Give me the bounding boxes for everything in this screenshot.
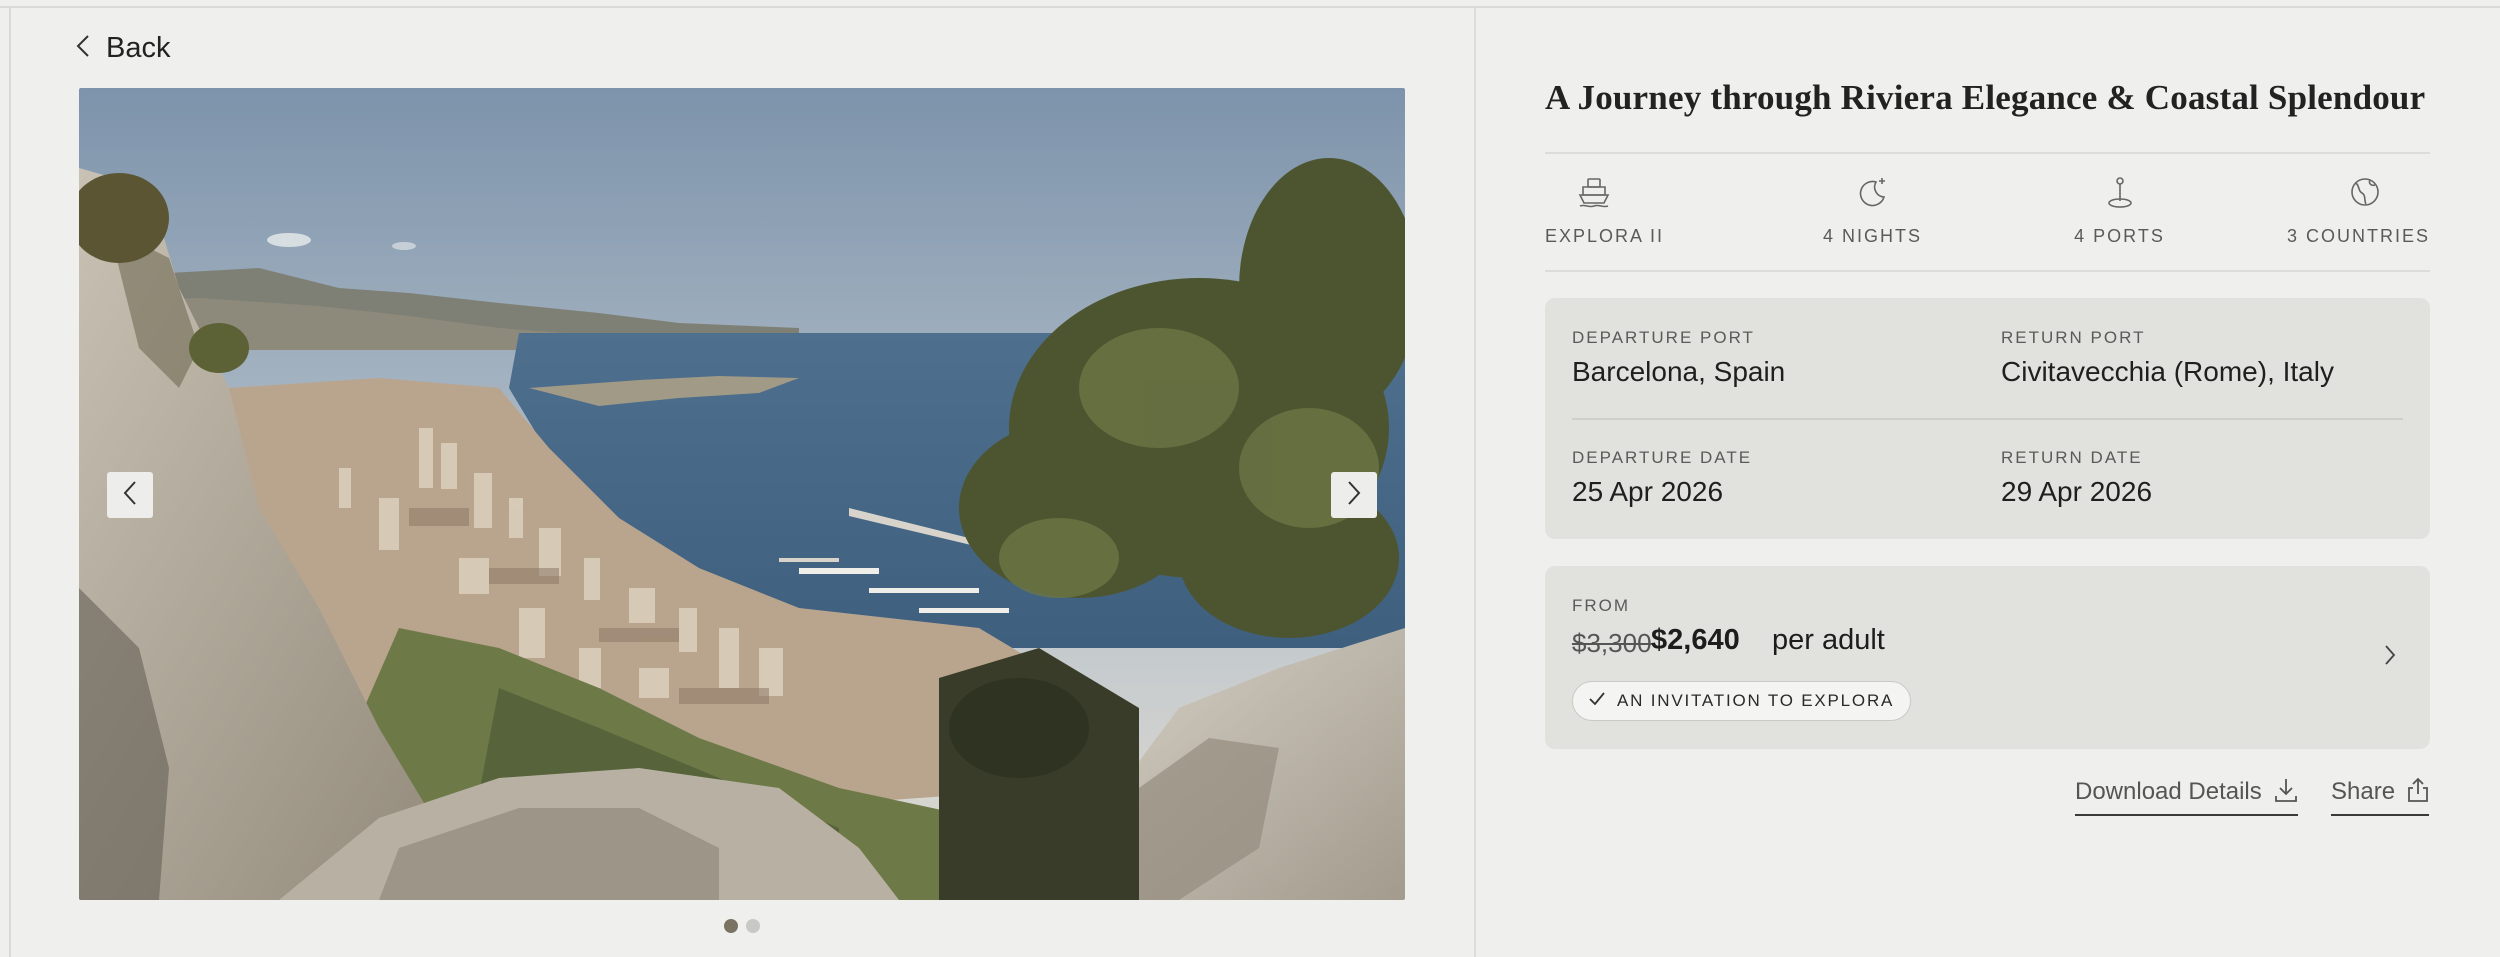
title-divider (1545, 152, 2430, 154)
left-border (9, 8, 11, 957)
stats-divider (1545, 270, 2430, 272)
ship-icon (1539, 172, 1649, 212)
voyage-title: A Journey through Riviera Elegance & Coa… (1545, 78, 2426, 117)
carousel-next-button[interactable] (1331, 472, 1377, 518)
globe-icon (2297, 172, 2432, 212)
stat-ports-label: 4 PORTS (2074, 226, 2165, 246)
departure-date-value: 25 Apr 2026 (1572, 476, 1724, 507)
stat-nights-label: 4 NIGHTS (1822, 226, 1922, 246)
chevron-left-icon (123, 480, 137, 511)
chevron-left-icon (76, 34, 90, 63)
carousel-dots (724, 919, 760, 933)
return-date-value: 29 Apr 2026 (2001, 476, 2153, 507)
stat-ship-label: EXPLORA II (1545, 226, 1665, 246)
share-icon (2407, 777, 2429, 808)
return-port-value: Civitavecchia (Rome), Italy (2001, 356, 2334, 387)
stat-nights: 4 NIGHTS (1810, 172, 1935, 247)
chevron-right-icon (1347, 480, 1361, 511)
return-date-label: RETURN DATE (2001, 448, 2143, 467)
current-price: $2,640 (1651, 624, 1740, 656)
stat-ship: EXPLORA II (1545, 172, 1662, 247)
check-icon (1589, 692, 1605, 710)
pricing-card[interactable]: FROM $3,300 $2,640 per adult AN INVITATI… (1545, 566, 2430, 749)
stat-countries: 3 COUNTRIES (2287, 172, 2432, 247)
moon-star-icon (1856, 172, 1890, 212)
back-link[interactable]: Back (76, 28, 170, 68)
download-details-link[interactable]: Download Details (2075, 770, 2298, 816)
departure-port-label: DEPARTURE PORT (1572, 328, 1755, 347)
price-from-label: FROM (1572, 596, 1631, 615)
price-unit: per adult (1772, 624, 1885, 656)
download-icon (2274, 777, 2298, 808)
top-border (0, 0, 2500, 8)
anchor-pin-icon (2103, 172, 2137, 212)
hero-image-carousel[interactable] (79, 88, 1405, 900)
offer-badge: AN INVITATION TO EXPLORA (1572, 681, 1912, 721)
share-label: Share (2331, 778, 2396, 805)
itinerary-divider (1572, 418, 2403, 420)
departure-date-label: DEPARTURE DATE (1572, 448, 1753, 467)
return-port-label: RETURN PORT (2001, 328, 2146, 347)
itinerary-card: DEPARTURE PORT Barcelona, Spain RETURN P… (1545, 298, 2430, 539)
carousel-dot[interactable] (746, 919, 760, 933)
download-details-label: Download Details (2075, 778, 2262, 805)
departure-port-value: Barcelona, Spain (1572, 356, 1786, 387)
voyage-stats: EXPLORA II 4 NIGHTS 4 PORTS 3 COUNTRIES (1545, 172, 2430, 252)
carousel-prev-button[interactable] (107, 472, 153, 518)
offer-badge-label: AN INVITATION TO EXPLORA (1617, 691, 1895, 710)
panel-divider (1474, 8, 1476, 957)
carousel-dot-active[interactable] (724, 919, 738, 933)
stat-ports: 4 PORTS (2057, 172, 2182, 247)
back-label: Back (106, 31, 171, 64)
share-link[interactable]: Share (2331, 770, 2430, 816)
chevron-right-icon[interactable] (2384, 644, 2396, 671)
original-price: $3,300 (1572, 628, 1652, 658)
stat-countries-label: 3 COUNTRIES (2286, 226, 2430, 246)
hero-image (79, 88, 1405, 900)
